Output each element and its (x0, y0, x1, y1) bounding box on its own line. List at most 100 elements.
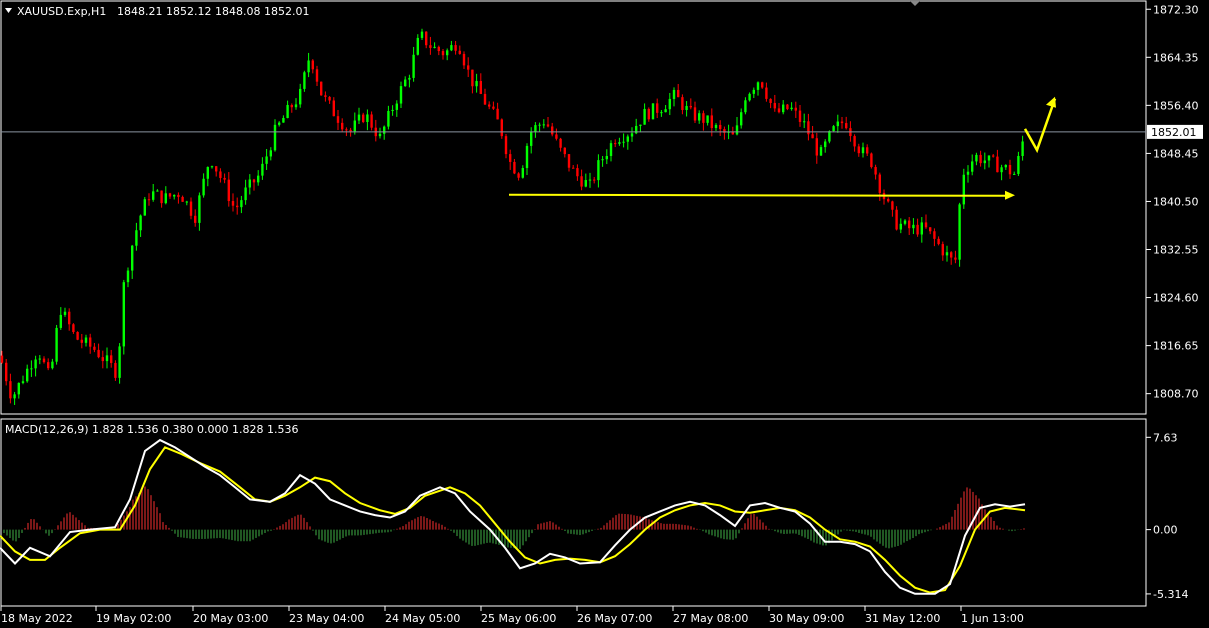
bull-candle (609, 143, 613, 156)
bull-candle (420, 31, 424, 38)
bull-candle (261, 163, 264, 176)
bear-candle (681, 97, 684, 110)
bull-candle (987, 155, 991, 161)
bull-candle (1021, 141, 1024, 157)
bear-candle (517, 173, 520, 178)
bear-candle (492, 106, 495, 109)
bear-candle (996, 156, 999, 173)
bear-candle (311, 60, 314, 70)
time-tick-label: 24 May 05:00 (385, 612, 460, 625)
bull-candle (538, 124, 541, 126)
bear-candle (710, 115, 713, 129)
ohlc-label: 1848.21 1852.12 1848.08 1852.01 (117, 5, 309, 18)
bull-candle (966, 171, 970, 175)
bull-candle (135, 230, 138, 246)
bear-candle (97, 349, 100, 358)
bull-candle (803, 121, 806, 123)
bear-candle (147, 199, 151, 201)
bear-candle (916, 224, 919, 235)
bear-candle (500, 119, 503, 137)
bull-candle (706, 115, 709, 123)
time-tick-label: 25 May 06:00 (481, 612, 556, 625)
bull-candle (971, 161, 974, 172)
bull-candle (143, 199, 146, 216)
bear-candle (866, 147, 869, 154)
bull-candle (265, 156, 268, 164)
bear-candle (332, 100, 335, 117)
bear-candle (114, 362, 117, 378)
bear-candle (471, 69, 474, 87)
bull-candle (164, 193, 167, 204)
bull-candle (303, 72, 306, 89)
time-tick-label: 26 May 07:00 (577, 612, 652, 625)
bull-candle (660, 112, 663, 114)
bear-candle (479, 81, 482, 94)
bear-candle (765, 87, 768, 99)
bull-candle (601, 159, 604, 161)
bull-candle (1017, 156, 1020, 174)
bear-candle (483, 93, 487, 105)
bear-candle (189, 201, 193, 216)
bear-candle (5, 362, 8, 382)
bull-candle (824, 141, 827, 148)
bull-candle (139, 215, 142, 231)
bear-candle (101, 357, 104, 362)
bull-candle (38, 358, 41, 360)
bear-candle (954, 257, 957, 260)
bull-candle (408, 77, 411, 80)
bear-candle (0, 355, 4, 363)
bear-candle (290, 104, 293, 108)
bear-candle (891, 201, 894, 210)
price-tick-label: 1816.65 (1153, 340, 1199, 353)
bear-candle (194, 215, 197, 223)
price-tick-label: 1864.35 (1153, 51, 1199, 64)
bull-candle (55, 327, 58, 362)
bull-candle (206, 167, 209, 179)
bear-candle (798, 110, 802, 122)
bull-candle (744, 100, 747, 113)
bull-candle (383, 126, 386, 134)
bull-candle (945, 252, 949, 256)
price-tick-label: 1848.45 (1153, 147, 1199, 160)
bear-candle (555, 134, 558, 139)
bear-candle (462, 53, 466, 66)
bear-candle (1008, 164, 1012, 175)
bear-candle (252, 179, 256, 183)
macd-label: MACD(12,26,9) 1.828 1.536 0.380 0.000 1.… (5, 423, 298, 436)
bull-candle (202, 178, 205, 196)
bull-candle (105, 355, 109, 362)
bull-candle (240, 200, 243, 208)
bear-candle (362, 114, 365, 122)
bull-candle (378, 133, 382, 137)
bull-candle (588, 179, 592, 181)
bear-candle (567, 154, 571, 168)
bear-candle (504, 136, 508, 155)
bear-candle (933, 231, 936, 239)
bear-candle (580, 176, 583, 187)
time-tick-label: 27 May 08:00 (673, 612, 748, 625)
bull-candle (903, 220, 907, 224)
bear-candle (320, 81, 323, 96)
price-axis: 1872.30 1864.35 1856.40 1848.45 1840.50 1832.… (1146, 3, 1203, 401)
bull-candle (861, 147, 865, 154)
bear-candle (761, 82, 764, 88)
bull-candle (475, 81, 478, 87)
bull-candle (433, 46, 436, 48)
bull-candle (958, 204, 961, 260)
bear-candle (656, 103, 659, 113)
support-line (508, 193, 1008, 197)
bear-candle (992, 155, 995, 157)
bear-candle (576, 168, 579, 177)
bull-candle (269, 150, 272, 157)
bull-candle (126, 270, 130, 283)
bull-candle (286, 104, 289, 119)
time-tick-label: 1 Jun 13:00 (961, 612, 1024, 625)
bear-candle (223, 177, 226, 180)
bear-candle (341, 122, 344, 130)
bear-candle (647, 108, 650, 120)
bear-candle (181, 196, 184, 202)
bull-candle (668, 98, 671, 110)
bull-candle (597, 160, 600, 181)
price-tick-label: 1832.55 (1153, 244, 1199, 257)
bull-candle (257, 175, 260, 183)
